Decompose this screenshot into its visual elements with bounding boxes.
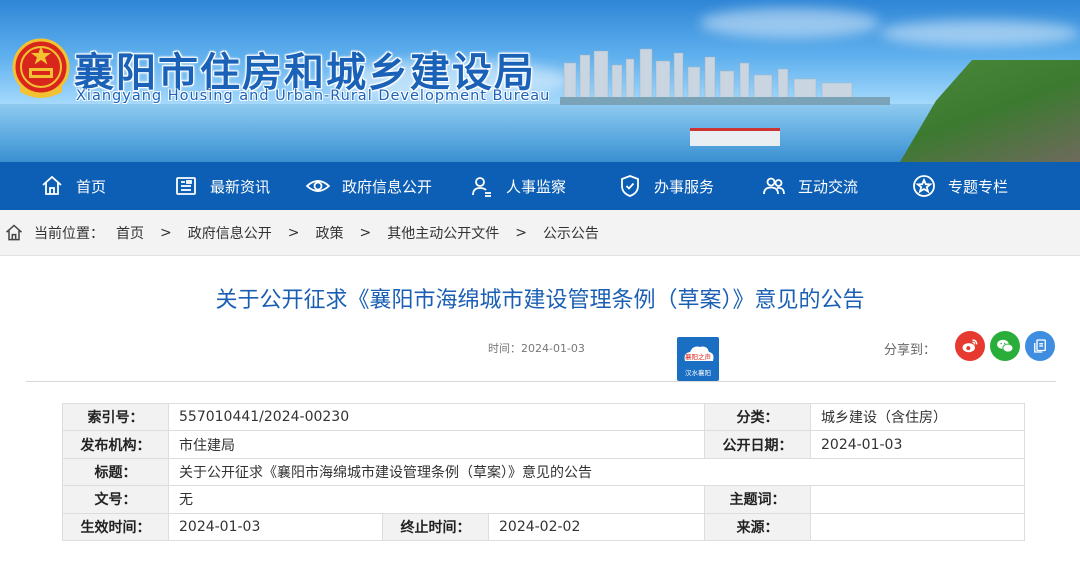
nav-item-news[interactable]: 最新资讯 bbox=[174, 162, 270, 210]
nav-item-label: 最新资讯 bbox=[210, 177, 271, 196]
breadcrumb-separator: > bbox=[515, 224, 527, 241]
pier-image bbox=[690, 128, 780, 146]
source-value bbox=[810, 512, 1025, 541]
end-time-label: 终止时间： bbox=[382, 512, 489, 541]
table-row: 文号： 无 主题词： bbox=[62, 485, 1025, 514]
publisher-value: 市住建局 bbox=[168, 430, 705, 459]
share-wechat-button[interactable] bbox=[990, 331, 1020, 361]
open-date-value: 2024-01-03 bbox=[810, 430, 1025, 459]
nav-item-services[interactable]: 办事服务 bbox=[618, 162, 714, 210]
open-date-label: 公开日期： bbox=[704, 430, 811, 459]
nav-item-label: 互动交流 bbox=[798, 177, 859, 196]
main-nav: 首页 最新资讯 政府信息公开 人事监察 办事服务 互动交流 专题专栏 bbox=[0, 162, 1080, 210]
article-title: 关于公开征求《襄阳市海绵城市建设管理条例（草案）》意见的公告 bbox=[215, 288, 865, 313]
breadcrumb-item-gov-info[interactable]: 政府信息公开 bbox=[188, 223, 272, 243]
nav-item-label: 首页 bbox=[76, 177, 107, 196]
shield-icon bbox=[621, 175, 639, 197]
nav-item-special[interactable]: 专题专栏 bbox=[912, 162, 1008, 210]
national-emblem-icon bbox=[12, 38, 70, 98]
index-value: 557010441/2024-00230 bbox=[168, 402, 705, 432]
category-label: 分类： bbox=[704, 402, 811, 432]
breadcrumb-item-other-files[interactable]: 其他主动公开文件 bbox=[387, 223, 499, 243]
star-icon bbox=[913, 175, 935, 197]
media-badge-line1: 襄阳之声 bbox=[685, 352, 712, 361]
nav-item-label: 政府信息公开 bbox=[342, 177, 433, 196]
title-value: 关于公开征求《襄阳市海绵城市建设管理条例（草案）》意见的公告 bbox=[168, 457, 1025, 487]
breadcrumb-item-policy[interactable]: 政策 bbox=[315, 223, 343, 243]
doc-no-value: 无 bbox=[168, 485, 705, 514]
home-icon bbox=[6, 223, 22, 240]
home-icon bbox=[42, 175, 62, 195]
wechat-icon bbox=[997, 339, 1014, 353]
header-divider bbox=[26, 381, 1056, 382]
nav-item-home[interactable]: 首页 bbox=[40, 162, 106, 210]
cloud-logo-icon: 襄阳之声 汉水襄阳 bbox=[684, 346, 714, 377]
table-row: 发布机构： 市住建局 公开日期： 2024-01-03 bbox=[62, 430, 1025, 459]
effective-time-value: 2024-01-03 bbox=[168, 512, 383, 541]
document-info-table: 索引号： 557010441/2024-00230 分类： 城乡建设（含住房） … bbox=[62, 402, 1025, 541]
share-weibo-button[interactable] bbox=[955, 331, 985, 361]
city-skyline-image bbox=[560, 48, 890, 105]
category-value: 城乡建设（含住房） bbox=[810, 402, 1025, 432]
breadcrumb-separator: > bbox=[359, 224, 372, 241]
breadcrumb-label: 当前位置： bbox=[34, 225, 104, 242]
keywords-label: 主题词： bbox=[704, 485, 811, 514]
table-row: 生效时间： 2024-01-03 终止时间： 2024-02-02 来源： bbox=[62, 512, 1025, 541]
table-row: 索引号： 557010441/2024-00230 分类： 城乡建设（含住房） bbox=[62, 402, 1025, 432]
users-icon bbox=[763, 177, 785, 195]
breadcrumb: 当前位置： 首页 > 政府信息公开 > 政策 > 其他主动公开文件 > 公示公告 bbox=[0, 210, 1080, 256]
publisher-label: 发布机构： bbox=[62, 430, 169, 459]
person-icon bbox=[472, 177, 491, 197]
share-label: 分享到： bbox=[884, 343, 937, 358]
publish-time: 时间：2024-01-03 bbox=[488, 342, 585, 355]
media-badge-line2: 汉水襄阳 bbox=[685, 368, 711, 377]
nav-item-gov-info[interactable]: 政府信息公开 bbox=[306, 162, 432, 210]
nav-item-personnel[interactable]: 人事监察 bbox=[470, 162, 566, 210]
nav-item-label: 专题专栏 bbox=[948, 177, 1009, 196]
breadcrumb-separator: > bbox=[160, 224, 172, 241]
nav-item-interaction[interactable]: 互动交流 bbox=[762, 162, 858, 210]
doc-no-label: 文号： bbox=[62, 485, 169, 514]
breadcrumb-item-home[interactable]: 首页 bbox=[116, 223, 144, 243]
keywords-value bbox=[810, 485, 1025, 514]
end-time-value: 2024-02-02 bbox=[488, 512, 705, 541]
site-subtitle: Xiangyang Housing and Urban-Rural Develo… bbox=[76, 88, 551, 104]
weibo-icon bbox=[962, 339, 978, 353]
share-copy-button[interactable] bbox=[1025, 331, 1055, 361]
header-banner: 襄阳市住房和城乡建设局 Xiangyang Housing and Urban-… bbox=[0, 0, 1080, 162]
nav-item-label: 办事服务 bbox=[654, 177, 715, 196]
source-label: 来源： bbox=[704, 512, 811, 541]
nav-item-label: 人事监察 bbox=[506, 177, 567, 196]
copy-icon bbox=[1034, 339, 1046, 353]
newspaper-icon bbox=[176, 177, 196, 195]
effective-time-label: 生效时间： bbox=[62, 512, 169, 541]
media-badge-logo[interactable]: 襄阳之声 汉水襄阳 bbox=[677, 337, 719, 381]
breadcrumb-separator: > bbox=[287, 224, 300, 241]
index-label: 索引号： bbox=[62, 402, 169, 432]
title-label: 标题： bbox=[62, 457, 169, 487]
table-row: 标题： 关于公开征求《襄阳市海绵城市建设管理条例（草案）》意见的公告 bbox=[62, 457, 1025, 487]
breadcrumb-item-notices[interactable]: 公示公告 bbox=[543, 223, 599, 243]
eye-icon bbox=[306, 180, 330, 192]
